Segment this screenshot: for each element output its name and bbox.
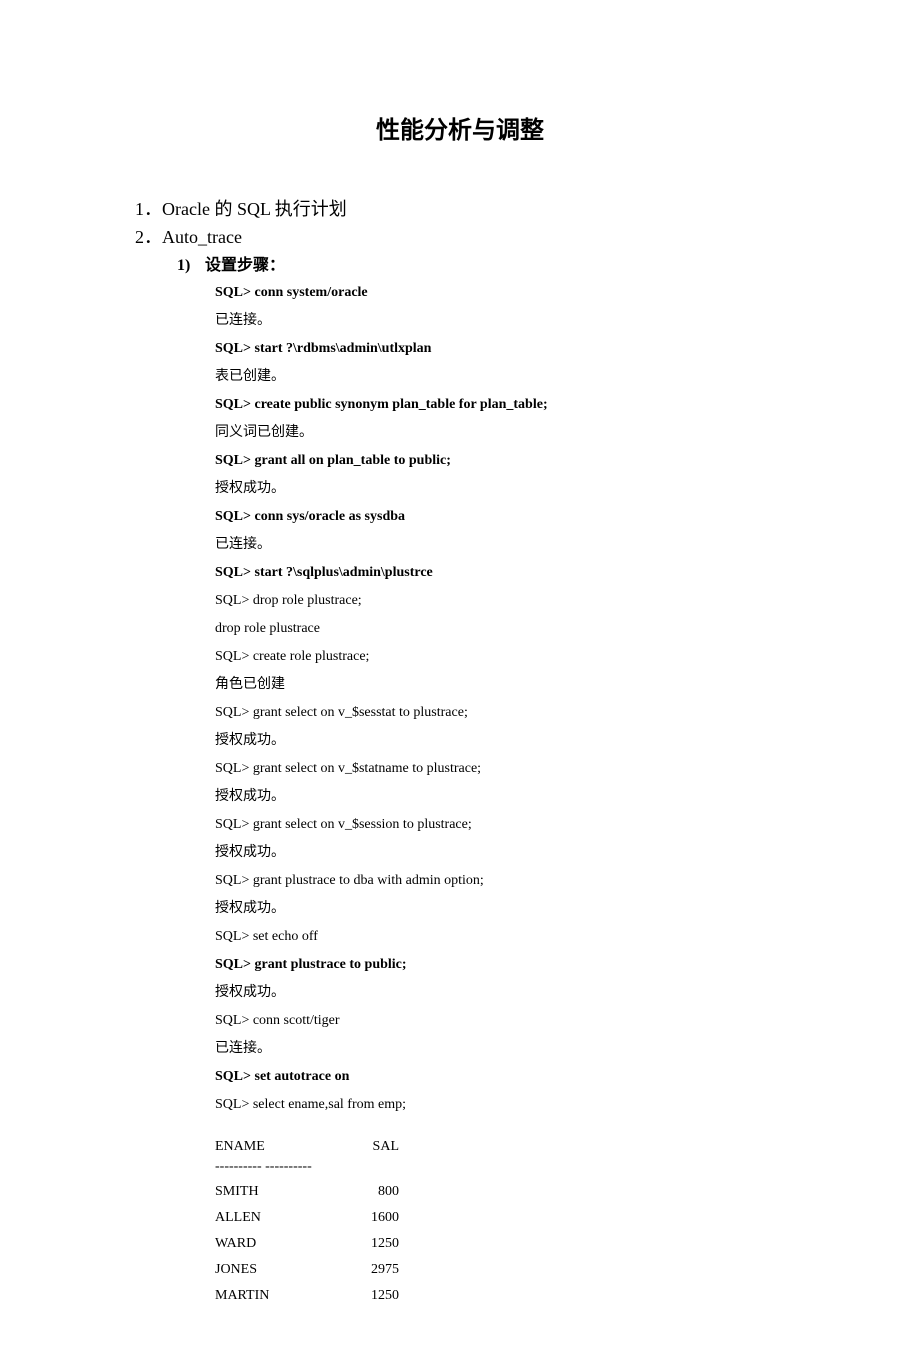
table-row: JONES2975: [215, 1257, 785, 1283]
code-line: SQL> grant select on v_$sesstat to plust…: [215, 699, 785, 727]
cell-sal: 2975: [339, 1257, 399, 1283]
code-line: SQL> grant select on v_$statname to plus…: [215, 755, 785, 783]
code-line: SQL> grant plustrace to dba with admin o…: [215, 867, 785, 895]
code-line: SQL> start ?\rdbms\admin\utlxplan: [215, 335, 785, 363]
code-line: SQL> start ?\sqlplus\admin\plustrce: [215, 559, 785, 587]
cell-ename: MARTIN: [215, 1283, 339, 1309]
table-row: MARTIN1250: [215, 1283, 785, 1309]
table-row: ALLEN1600: [215, 1205, 785, 1231]
code-line: SQL> select ename,sal from emp;: [215, 1091, 785, 1119]
code-line: 授权成功。: [215, 839, 785, 867]
code-line: 已连接。: [215, 307, 785, 335]
table-row: SMITH800: [215, 1179, 785, 1205]
code-line: SQL> grant all on plan_table to public;: [215, 447, 785, 475]
cell-sal: 1250: [339, 1283, 399, 1309]
code-line: 授权成功。: [215, 783, 785, 811]
code-line: 表已创建。: [215, 363, 785, 391]
header-sal: SAL: [339, 1139, 399, 1155]
sub-item-1: 1) 设置步骤：: [177, 251, 785, 275]
code-line: SQL> set autotrace on: [215, 1063, 785, 1091]
code-line: SQL> grant select on v_$session to plust…: [215, 811, 785, 839]
cell-sal: 800: [339, 1179, 399, 1205]
code-line: SQL> create role plustrace;: [215, 643, 785, 671]
code-line: 角色已创建: [215, 671, 785, 699]
code-line: SQL> conn sys/oracle as sysdba: [215, 503, 785, 531]
sub-item-number: 1): [177, 257, 201, 275]
code-line: 授权成功。: [215, 895, 785, 923]
list-item-2: 2．Auto_trace: [135, 223, 785, 249]
result-table: ENAME SAL ---------- ---------- SMITH800…: [215, 1139, 785, 1308]
cell-ename: WARD: [215, 1231, 339, 1257]
sub-item-label: 设置步骤：: [205, 257, 285, 274]
code-line: 授权成功。: [215, 727, 785, 755]
table-separator: ---------- ----------: [215, 1159, 785, 1175]
cell-ename: ALLEN: [215, 1205, 339, 1231]
page-title: 性能分析与调整: [135, 110, 785, 145]
cell-sal: 1600: [339, 1205, 399, 1231]
code-line: 授权成功。: [215, 475, 785, 503]
document-page: 性能分析与调整 1．Oracle 的 SQL 执行计划 2．Auto_trace…: [0, 0, 920, 1368]
cell-sal: 1250: [339, 1231, 399, 1257]
code-line: SQL> conn system/oracle: [215, 279, 785, 307]
code-line: SQL> drop role plustrace;: [215, 587, 785, 615]
table-row: WARD1250: [215, 1231, 785, 1257]
code-line: 已连接。: [215, 531, 785, 559]
code-line: SQL> conn scott/tiger: [215, 1007, 785, 1035]
code-line: 同义词已创建。: [215, 419, 785, 447]
code-line: 授权成功。: [215, 979, 785, 1007]
code-line: SQL> create public synonym plan_table fo…: [215, 391, 785, 419]
code-line: 已连接。: [215, 1035, 785, 1063]
table-header: ENAME SAL: [215, 1139, 785, 1155]
header-ename: ENAME: [215, 1139, 339, 1155]
code-line: SQL> set echo off: [215, 923, 785, 951]
code-block: SQL> conn system/oracle已连接。SQL> start ?\…: [215, 279, 785, 1119]
list-item-1: 1．Oracle 的 SQL 执行计划: [135, 195, 785, 221]
cell-ename: JONES: [215, 1257, 339, 1283]
cell-ename: SMITH: [215, 1179, 339, 1205]
code-line: SQL> grant plustrace to public;: [215, 951, 785, 979]
code-line: drop role plustrace: [215, 615, 785, 643]
